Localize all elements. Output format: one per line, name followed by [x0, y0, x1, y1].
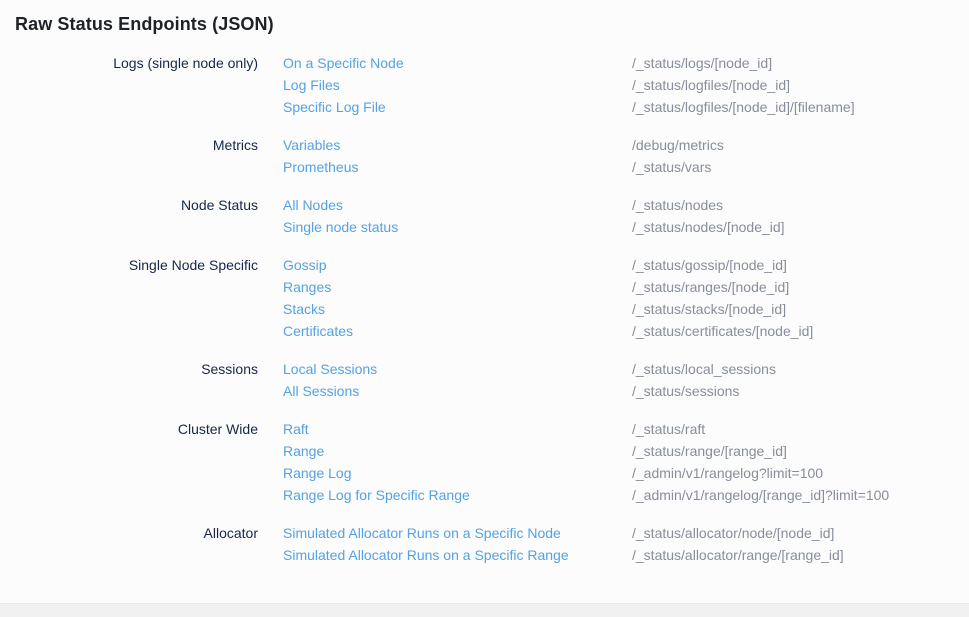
- endpoint-section: Allocator Simulated Allocator Runs on a …: [0, 522, 969, 566]
- endpoint-link[interactable]: Variables: [283, 134, 632, 156]
- endpoint-section: Single Node Specific Gossip /_status/gos…: [0, 254, 969, 342]
- endpoint-link[interactable]: Stacks: [283, 298, 632, 320]
- category-label: Single Node Specific: [0, 254, 258, 342]
- endpoint-row: Log Files /_status/logfiles/[node_id]: [283, 74, 855, 96]
- endpoint-row: Gossip /_status/gossip/[node_id]: [283, 254, 813, 276]
- endpoint-row: Local Sessions /_status/local_sessions: [283, 358, 776, 380]
- endpoint-link[interactable]: Range Log: [283, 462, 632, 484]
- endpoint-section: Cluster Wide Raft /_status/raft Range /_…: [0, 418, 969, 506]
- endpoint-section: Node Status All Nodes /_status/nodes Sin…: [0, 194, 969, 238]
- category-label: Node Status: [0, 194, 258, 238]
- endpoint-rows: Variables /debug/metrics Prometheus /_st…: [258, 134, 724, 178]
- endpoint-path: /_status/sessions: [632, 380, 739, 402]
- endpoint-link[interactable]: Log Files: [283, 74, 632, 96]
- endpoint-row: Range Log /_admin/v1/rangelog?limit=100: [283, 462, 889, 484]
- endpoint-row: All Sessions /_status/sessions: [283, 380, 776, 402]
- endpoint-link[interactable]: Single node status: [283, 216, 632, 238]
- endpoint-row: Range /_status/range/[range_id]: [283, 440, 889, 462]
- endpoint-link[interactable]: Raft: [283, 418, 632, 440]
- endpoint-path: /_status/allocator/node/[node_id]: [632, 522, 834, 544]
- endpoint-path: /_status/certificates/[node_id]: [632, 320, 813, 342]
- endpoint-path: /_status/logs/[node_id]: [632, 52, 772, 74]
- endpoint-row: Single node status /_status/nodes/[node_…: [283, 216, 785, 238]
- endpoint-link[interactable]: Certificates: [283, 320, 632, 342]
- category-label: Logs (single node only): [0, 52, 258, 118]
- endpoint-link[interactable]: Specific Log File: [283, 96, 632, 118]
- endpoint-rows: Simulated Allocator Runs on a Specific N…: [258, 522, 844, 566]
- category-label: Allocator: [0, 522, 258, 566]
- endpoint-link[interactable]: Prometheus: [283, 156, 632, 178]
- endpoint-path: /_status/ranges/[node_id]: [632, 276, 789, 298]
- endpoint-row: Specific Log File /_status/logfiles/[nod…: [283, 96, 855, 118]
- endpoint-row: Range Log for Specific Range /_admin/v1/…: [283, 484, 889, 506]
- page-title: Raw Status Endpoints (JSON): [15, 14, 969, 35]
- endpoint-link[interactable]: Ranges: [283, 276, 632, 298]
- endpoint-rows: On a Specific Node /_status/logs/[node_i…: [258, 52, 855, 118]
- endpoint-row: Variables /debug/metrics: [283, 134, 724, 156]
- endpoint-path: /debug/metrics: [632, 134, 724, 156]
- endpoint-path: /_status/local_sessions: [632, 358, 776, 380]
- endpoint-path: /_status/logfiles/[node_id]/[filename]: [632, 96, 855, 118]
- endpoint-rows: Gossip /_status/gossip/[node_id] Ranges …: [258, 254, 813, 342]
- endpoint-link[interactable]: Range Log for Specific Range: [283, 484, 632, 506]
- endpoint-section: Sessions Local Sessions /_status/local_s…: [0, 358, 969, 402]
- endpoint-row: Certificates /_status/certificates/[node…: [283, 320, 813, 342]
- endpoint-row: Prometheus /_status/vars: [283, 156, 724, 178]
- endpoint-link[interactable]: Range: [283, 440, 632, 462]
- endpoint-path: /_status/range/[range_id]: [632, 440, 787, 462]
- endpoint-path: /_status/raft: [632, 418, 705, 440]
- footer-bar: [0, 603, 969, 617]
- endpoint-row: All Nodes /_status/nodes: [283, 194, 785, 216]
- endpoint-section: Logs (single node only) On a Specific No…: [0, 52, 969, 118]
- endpoint-link[interactable]: On a Specific Node: [283, 52, 632, 74]
- endpoint-rows: Local Sessions /_status/local_sessions A…: [258, 358, 776, 402]
- endpoint-rows: All Nodes /_status/nodes Single node sta…: [258, 194, 785, 238]
- category-label: Metrics: [0, 134, 258, 178]
- endpoint-rows: Raft /_status/raft Range /_status/range/…: [258, 418, 889, 506]
- endpoint-row: Simulated Allocator Runs on a Specific R…: [283, 544, 844, 566]
- endpoint-path: /_status/vars: [632, 156, 711, 178]
- endpoint-path: /_admin/v1/rangelog/[range_id]?limit=100: [632, 484, 889, 506]
- endpoint-row: Raft /_status/raft: [283, 418, 889, 440]
- endpoint-path: /_status/nodes/[node_id]: [632, 216, 785, 238]
- endpoint-link[interactable]: Simulated Allocator Runs on a Specific N…: [283, 522, 632, 544]
- endpoint-link[interactable]: Local Sessions: [283, 358, 632, 380]
- debug-endpoints-page: Raw Status Endpoints (JSON) Logs (single…: [0, 14, 969, 566]
- endpoint-link[interactable]: Simulated Allocator Runs on a Specific R…: [283, 544, 632, 566]
- endpoints-table: Logs (single node only) On a Specific No…: [0, 52, 969, 566]
- endpoint-path: /_status/logfiles/[node_id]: [632, 74, 790, 96]
- endpoint-link[interactable]: All Nodes: [283, 194, 632, 216]
- endpoint-row: Ranges /_status/ranges/[node_id]: [283, 276, 813, 298]
- endpoint-path: /_status/allocator/range/[range_id]: [632, 544, 844, 566]
- endpoint-path: /_status/nodes: [632, 194, 723, 216]
- endpoint-section: Metrics Variables /debug/metrics Prometh…: [0, 134, 969, 178]
- endpoint-row: On a Specific Node /_status/logs/[node_i…: [283, 52, 855, 74]
- endpoint-link[interactable]: Gossip: [283, 254, 632, 276]
- endpoint-row: Stacks /_status/stacks/[node_id]: [283, 298, 813, 320]
- endpoint-path: /_admin/v1/rangelog?limit=100: [632, 462, 823, 484]
- endpoint-path: /_status/stacks/[node_id]: [632, 298, 786, 320]
- endpoint-path: /_status/gossip/[node_id]: [632, 254, 787, 276]
- category-label: Cluster Wide: [0, 418, 258, 506]
- endpoint-link[interactable]: All Sessions: [283, 380, 632, 402]
- endpoint-row: Simulated Allocator Runs on a Specific N…: [283, 522, 844, 544]
- category-label: Sessions: [0, 358, 258, 402]
